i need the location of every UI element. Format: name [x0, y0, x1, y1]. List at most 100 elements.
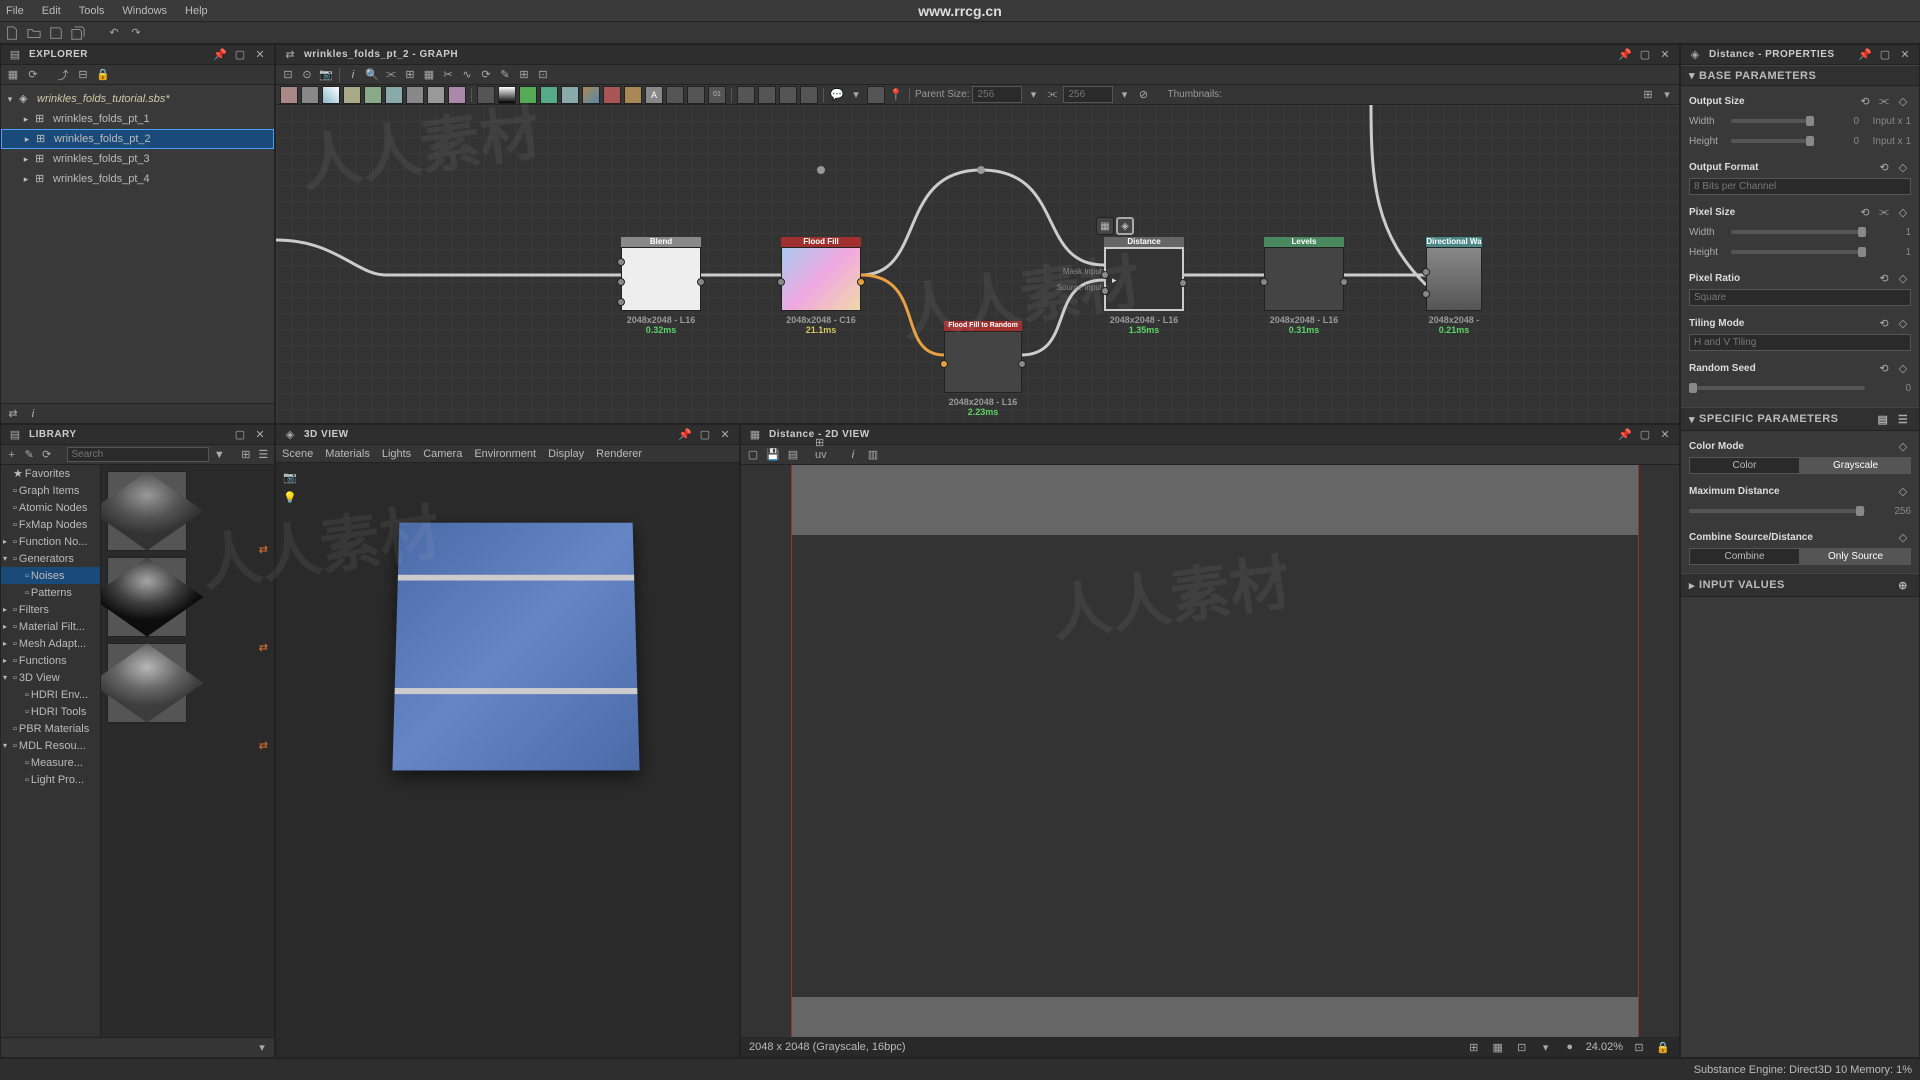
pin-icon[interactable]: 📌	[677, 427, 693, 443]
menu-renderer[interactable]: Renderer	[596, 448, 642, 460]
expose-icon[interactable]: ◇	[1895, 270, 1911, 286]
maximize-icon[interactable]: ▢	[232, 47, 248, 63]
maximize-icon[interactable]: ▢	[1637, 427, 1653, 443]
swatch-icon[interactable]	[364, 86, 382, 104]
grid-icon[interactable]: ⊞	[516, 67, 532, 83]
expose-icon[interactable]: ◇	[1895, 438, 1911, 454]
px-width-slider[interactable]	[1731, 230, 1865, 234]
uv-icon[interactable]: ⊞ uv ▾	[815, 447, 831, 463]
zoom-value[interactable]: 24.02%	[1586, 1041, 1623, 1053]
menu-scene[interactable]: Scene	[282, 448, 313, 460]
swatch-icon[interactable]	[561, 86, 579, 104]
width-slider[interactable]	[1731, 119, 1813, 123]
swatch-icon[interactable]	[666, 86, 684, 104]
node-blend[interactable]: Blend 2048x2048 - L16 0.32ms	[621, 237, 701, 335]
frame-sel-icon[interactable]: ⊙	[299, 67, 315, 83]
swatch-icon[interactable]	[800, 86, 818, 104]
menu-lights[interactable]: Lights	[382, 448, 411, 460]
pin-icon[interactable]: 📌	[1617, 427, 1633, 443]
expose-icon[interactable]: ◇	[1895, 529, 1911, 545]
new-file-icon[interactable]	[4, 25, 20, 41]
px-width-value[interactable]: 1	[1869, 227, 1911, 238]
view-mode-icon[interactable]: ⊞	[1640, 87, 1656, 103]
swatch-icon[interactable]	[867, 86, 885, 104]
seed-value[interactable]: 0	[1869, 383, 1911, 394]
list-icon[interactable]: ☰	[1895, 411, 1911, 427]
library-tree-item[interactable]: ▫FxMap Nodes	[1, 516, 100, 533]
menu-windows[interactable]: Windows	[122, 5, 167, 17]
swatch-icon[interactable]: 01	[708, 86, 726, 104]
save-icon[interactable]: 💾	[765, 447, 781, 463]
histogram-icon[interactable]: ▥	[865, 447, 881, 463]
px-height-slider[interactable]	[1731, 250, 1865, 254]
library-tree-item[interactable]: ▫Measure...	[1, 754, 100, 771]
parent-size-value[interactable]: 256	[972, 86, 1022, 103]
undo-icon[interactable]: ↶	[106, 25, 122, 41]
expose-icon[interactable]: ◇	[1895, 315, 1911, 331]
swatch-icon[interactable]	[448, 86, 466, 104]
reset-icon[interactable]: ⊘	[1135, 87, 1151, 103]
swatch-icon[interactable]	[343, 86, 361, 104]
node-action-icon[interactable]: ◈	[1116, 217, 1134, 235]
section-specific[interactable]: ▾SPECIFIC PARAMETERS ▤☰	[1681, 407, 1919, 431]
node-dirwarp[interactable]: Directional Wa 2048x2048 - 0.21ms	[1426, 237, 1482, 335]
library-tree-item[interactable]: ▫Noises	[1, 567, 100, 584]
maximize-icon[interactable]: ▢	[232, 427, 248, 443]
refresh-icon[interactable]: ⟳	[25, 67, 41, 83]
scan-icon[interactable]: ⟳	[40, 447, 53, 463]
snap-icon[interactable]: ⊡	[535, 67, 551, 83]
dropdown-icon[interactable]: ▾	[848, 87, 864, 103]
fit-icon[interactable]: ⊡	[1631, 1039, 1647, 1055]
close-icon[interactable]: ✕	[252, 47, 268, 63]
library-tree-item[interactable]: ★Favorites	[1, 465, 100, 482]
export-icon[interactable]: ⤴	[55, 67, 71, 83]
pin-node-icon[interactable]: 📍	[888, 87, 904, 103]
swatch-icon[interactable]	[477, 86, 495, 104]
tag-icon[interactable]: ⇄	[259, 739, 268, 752]
link-icon[interactable]: ⫘	[1876, 204, 1892, 220]
node-ffrandom[interactable]: Flood Fill to Random Gr... 2048x2048 - L…	[944, 321, 1022, 417]
library-tree-item[interactable]: ▾▫3D View	[1, 669, 100, 686]
redo-icon[interactable]: ↷	[128, 25, 144, 41]
seed-slider[interactable]	[1689, 386, 1865, 390]
scroll-icon[interactable]: ▾	[254, 1040, 270, 1056]
tree-root[interactable]: ▾ ◈ wrinkles_folds_tutorial.sbs*	[1, 89, 274, 109]
open-folder-icon[interactable]	[26, 25, 42, 41]
search-input[interactable]	[67, 447, 209, 462]
swatch-icon[interactable]: A	[645, 86, 663, 104]
lock-icon[interactable]: 🔒	[95, 67, 111, 83]
snapshot-icon[interactable]: 📷	[318, 67, 334, 83]
reset-icon[interactable]: ⟲	[1857, 93, 1873, 109]
dot-icon[interactable]: ●	[1562, 1039, 1578, 1055]
maximize-icon[interactable]: ▢	[697, 427, 713, 443]
reset-icon[interactable]: ⟲	[1876, 315, 1892, 331]
chevron-down-icon[interactable]: ▾	[1025, 87, 1041, 103]
parent-size-value2[interactable]: 256	[1063, 86, 1113, 103]
library-tree-item[interactable]: ▫Light Pro...	[1, 771, 100, 788]
tile-icon[interactable]: ⊡	[1514, 1039, 1530, 1055]
output-format-dd[interactable]: 8 Bits per Channel	[1689, 178, 1911, 195]
save-all-icon[interactable]	[70, 25, 86, 41]
library-tree-item[interactable]: ▸▫Function No...	[1, 533, 100, 550]
swatch-icon[interactable]	[582, 86, 600, 104]
cut-icon[interactable]: ✂	[440, 67, 456, 83]
reset-icon[interactable]: ⟲	[1876, 270, 1892, 286]
light-icon[interactable]: 💡	[282, 489, 298, 505]
menu-env[interactable]: Environment	[474, 448, 536, 460]
swatch-icon[interactable]	[498, 86, 516, 104]
color-mode-toggle[interactable]: Color Grayscale	[1689, 457, 1911, 474]
swatch-icon[interactable]	[427, 86, 445, 104]
noise-thumb[interactable]	[107, 471, 187, 551]
align-icon[interactable]: ⊞	[402, 67, 418, 83]
pin-icon[interactable]: 📌	[1857, 47, 1873, 63]
library-thumbs[interactable]: ⇄ ⇄ ⇄	[101, 465, 274, 1037]
width-value[interactable]: 0	[1817, 116, 1859, 127]
list-icon[interactable]: ☰	[257, 447, 270, 463]
group-icon[interactable]: ▦	[421, 67, 437, 83]
height-value[interactable]: 0	[1817, 136, 1859, 147]
close-icon[interactable]: ✕	[1657, 427, 1673, 443]
lock-icon[interactable]: 🔒	[1655, 1039, 1671, 1055]
grid-icon[interactable]: ⊞	[1466, 1039, 1482, 1055]
info-icon[interactable]: i	[345, 67, 361, 83]
comment-icon[interactable]: 💬	[829, 87, 845, 103]
